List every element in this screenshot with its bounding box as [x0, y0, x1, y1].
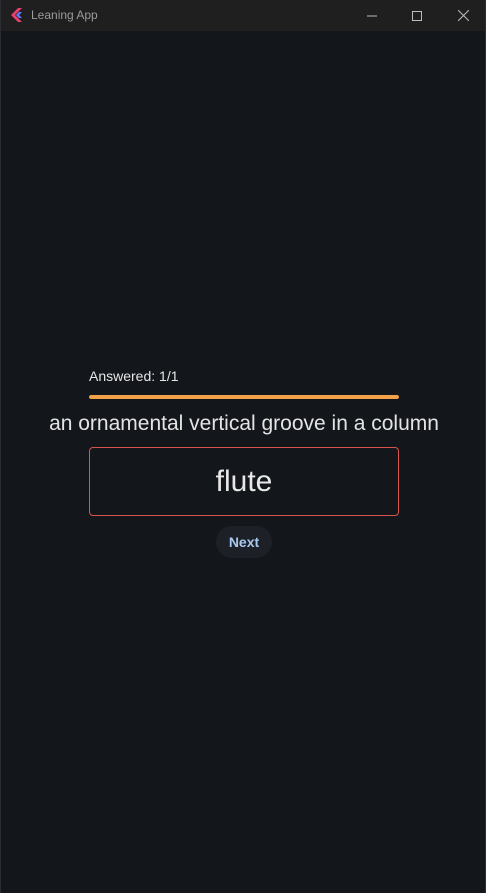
- progress-label: Answered: 1/1: [89, 368, 179, 384]
- close-icon: [457, 10, 469, 21]
- question-text: an ornamental vertical groove in a colum…: [49, 412, 439, 435]
- app-logo-icon: [11, 8, 22, 22]
- maximize-icon: [412, 10, 422, 21]
- maximize-button[interactable]: [394, 0, 440, 31]
- minimize-icon: [367, 15, 377, 16]
- progress-bar-fill: [89, 395, 399, 399]
- answer-card[interactable]: flute: [89, 447, 399, 516]
- title-bar: Leaning App: [1, 0, 485, 31]
- progress-bar: [89, 395, 399, 399]
- answer-text: flute: [215, 464, 273, 498]
- close-button[interactable]: [440, 0, 486, 31]
- minimize-button[interactable]: [349, 0, 395, 31]
- app-window: Leaning App Answered: 1/1 an ornamental …: [0, 0, 486, 893]
- window-title: Leaning App: [31, 8, 98, 22]
- next-button[interactable]: Next: [216, 526, 272, 558]
